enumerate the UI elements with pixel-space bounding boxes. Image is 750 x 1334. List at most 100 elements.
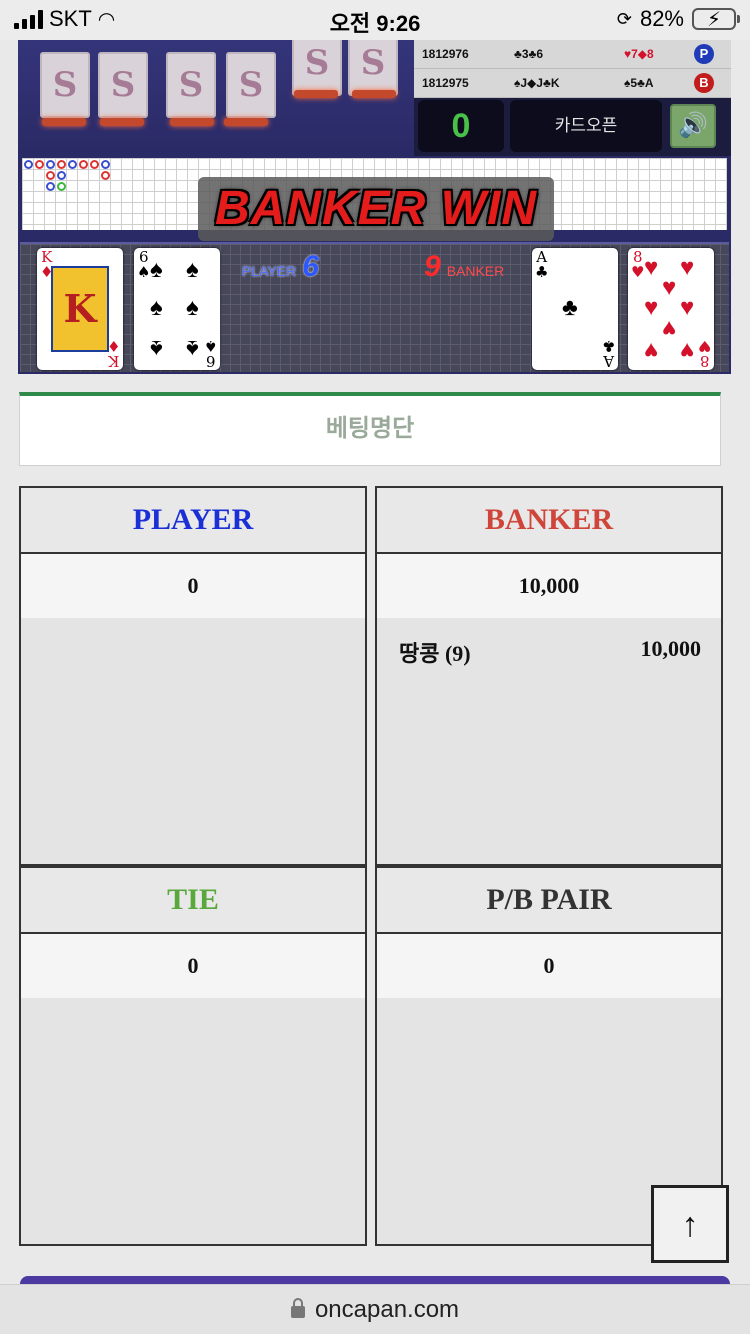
- spade-icon: ♠: [150, 294, 163, 321]
- orientation-lock-icon: ⟳: [616, 8, 632, 29]
- banker-card: 8 ♥ ♥ ♥ ♥ ♥ ♥ ♥ ♥ ♥ 8 ♥: [628, 248, 714, 370]
- card-index: K ♦: [106, 337, 120, 370]
- arrow-up-icon: ↑: [681, 1206, 699, 1244]
- bet-entry: 땅콩 (9) 10,000: [377, 618, 721, 668]
- road-dot: [101, 160, 110, 169]
- card-back: S: [226, 52, 276, 118]
- road-dot: [24, 160, 33, 169]
- baccarat-game-view: S S S S S S 1812976 ♣3♣6 ♥7◆8 P 1812975 …: [18, 40, 731, 374]
- banker-score-label: 9 BANKER: [424, 250, 504, 284]
- card-back: S: [40, 52, 90, 118]
- url-text: oncapan.com: [314, 1296, 460, 1323]
- card-back: S: [166, 52, 216, 118]
- road-dot: [57, 182, 66, 191]
- result-badge: B: [694, 73, 714, 93]
- betting-list-title: 베팅명단: [19, 392, 721, 466]
- panel-title: P/B PAIR: [377, 868, 721, 934]
- road-dot: [101, 171, 110, 180]
- card-index: 8 ♥: [697, 337, 711, 370]
- road-dot: [57, 160, 66, 169]
- battery-percent: 82%: [639, 6, 684, 31]
- road-dot: [57, 171, 66, 180]
- battery-icon: ⚡: [692, 8, 740, 31]
- banker-label: BANKER: [446, 263, 505, 279]
- panel-title: BANKER: [377, 488, 721, 554]
- road-dot: [46, 160, 55, 169]
- card-open-button[interactable]: 카드오픈: [510, 100, 662, 152]
- heart-icon: ♥: [644, 254, 659, 281]
- card-deck-area: S S S S S S: [18, 40, 414, 156]
- card-slot: [294, 90, 338, 98]
- road-dot: [35, 160, 44, 169]
- spade-icon: ♠: [186, 335, 199, 362]
- spade-icon: ♠: [150, 335, 163, 362]
- player-score-label: PLAYER 6: [242, 250, 319, 284]
- panel-total: 0: [377, 934, 721, 998]
- heart-icon: ♥: [644, 337, 659, 364]
- lock-icon: [290, 1298, 305, 1318]
- card-slot: [170, 118, 214, 126]
- card-back: S: [292, 40, 342, 96]
- panel-title: TIE: [21, 868, 365, 934]
- round-number: 1812975: [422, 76, 469, 90]
- sound-icon[interactable]: 🔊: [670, 104, 716, 148]
- heart-icon: ♥: [680, 294, 695, 321]
- road-dot: [90, 160, 99, 169]
- road-dot: [79, 160, 88, 169]
- card-slot: [224, 118, 268, 126]
- card-index: 6 ♠: [203, 337, 217, 370]
- heart-icon: ♥: [680, 254, 695, 281]
- player-card: 6 ♠ ♠ ♠ ♠ ♠ ♠ ♠ 6 ♠: [134, 248, 220, 370]
- history-banker-cards: ♥7◆8: [624, 47, 654, 61]
- heart-icon: ♥: [662, 274, 677, 301]
- round-number: 1812976: [422, 47, 469, 61]
- result-banner: BANKER WIN: [198, 177, 554, 241]
- history-player-cards: ♣3♣6: [514, 47, 544, 61]
- browser-url-bar[interactable]: oncapan.com: [0, 1284, 750, 1334]
- history-row: 1812976 ♣3♣6 ♥7◆8 P: [414, 40, 731, 69]
- player-score: 6: [302, 250, 319, 283]
- spade-icon: ♠: [186, 294, 199, 321]
- card-index: A ♣: [601, 337, 615, 370]
- card-index: 6 ♠: [137, 248, 151, 281]
- card-table: K ♦ K K ♦ 6 ♠ ♠ ♠ ♠ ♠ ♠ ♠ 6 ♠ PLAYER 6 9 BAN…: [20, 242, 729, 372]
- status-bar: SKT ◠ 오전 9:26 ⟳ 82% ⚡: [0, 0, 750, 40]
- heart-icon: ♥: [644, 294, 659, 321]
- round-history: 1812976 ♣3♣6 ♥7◆8 P 1812975 ♠J◆J♣K ♠5♣A …: [414, 40, 731, 98]
- result-badge: P: [694, 44, 714, 64]
- banker-bet-panel: BANKER 10,000 땅콩 (9) 10,000: [375, 486, 723, 866]
- card-back: S: [98, 52, 148, 118]
- panel-total: 0: [21, 934, 365, 998]
- game-controls: 0 카드오픈 🔊: [414, 98, 731, 156]
- panel-total: 10,000: [377, 554, 721, 618]
- card-index: A ♣: [535, 248, 549, 281]
- king-face-icon: K: [51, 266, 109, 352]
- heart-icon: ♥: [662, 315, 677, 342]
- spade-icon: ♠: [186, 256, 199, 283]
- road-dot: [46, 171, 55, 180]
- road-dot: [68, 160, 77, 169]
- scroll-top-button[interactable]: ↑: [651, 1185, 729, 1263]
- status-right: ⟳ 82% ⚡: [616, 6, 740, 32]
- banker-card: A ♣ ♣ A ♣: [532, 248, 618, 370]
- panel-title: PLAYER: [21, 488, 365, 554]
- banker-score: 9: [424, 250, 441, 283]
- spade-icon: ♠: [150, 256, 163, 283]
- bet-amount: 10,000: [640, 636, 702, 661]
- player-bet-panel: PLAYER 0: [19, 486, 367, 866]
- tie-bet-panel: TIE 0: [19, 866, 367, 1246]
- road-dot: [46, 182, 55, 191]
- player-label: PLAYER: [242, 263, 297, 279]
- player-card: K ♦ K K ♦: [37, 248, 123, 370]
- history-player-cards: ♠J◆J♣K: [514, 76, 560, 90]
- history-banker-cards: ♠5♣A: [624, 76, 654, 90]
- card-slot: [42, 118, 86, 126]
- club-icon: ♣: [562, 294, 578, 321]
- score-display: 0: [418, 100, 504, 152]
- card-back: S: [348, 40, 398, 96]
- history-row: 1812975 ♠J◆J♣K ♠5♣A B: [414, 69, 731, 98]
- bettor-name: 땅콩 (9): [399, 641, 471, 666]
- heart-icon: ♥: [680, 337, 695, 364]
- panel-total: 0: [21, 554, 365, 618]
- card-index: 8 ♥: [631, 248, 645, 281]
